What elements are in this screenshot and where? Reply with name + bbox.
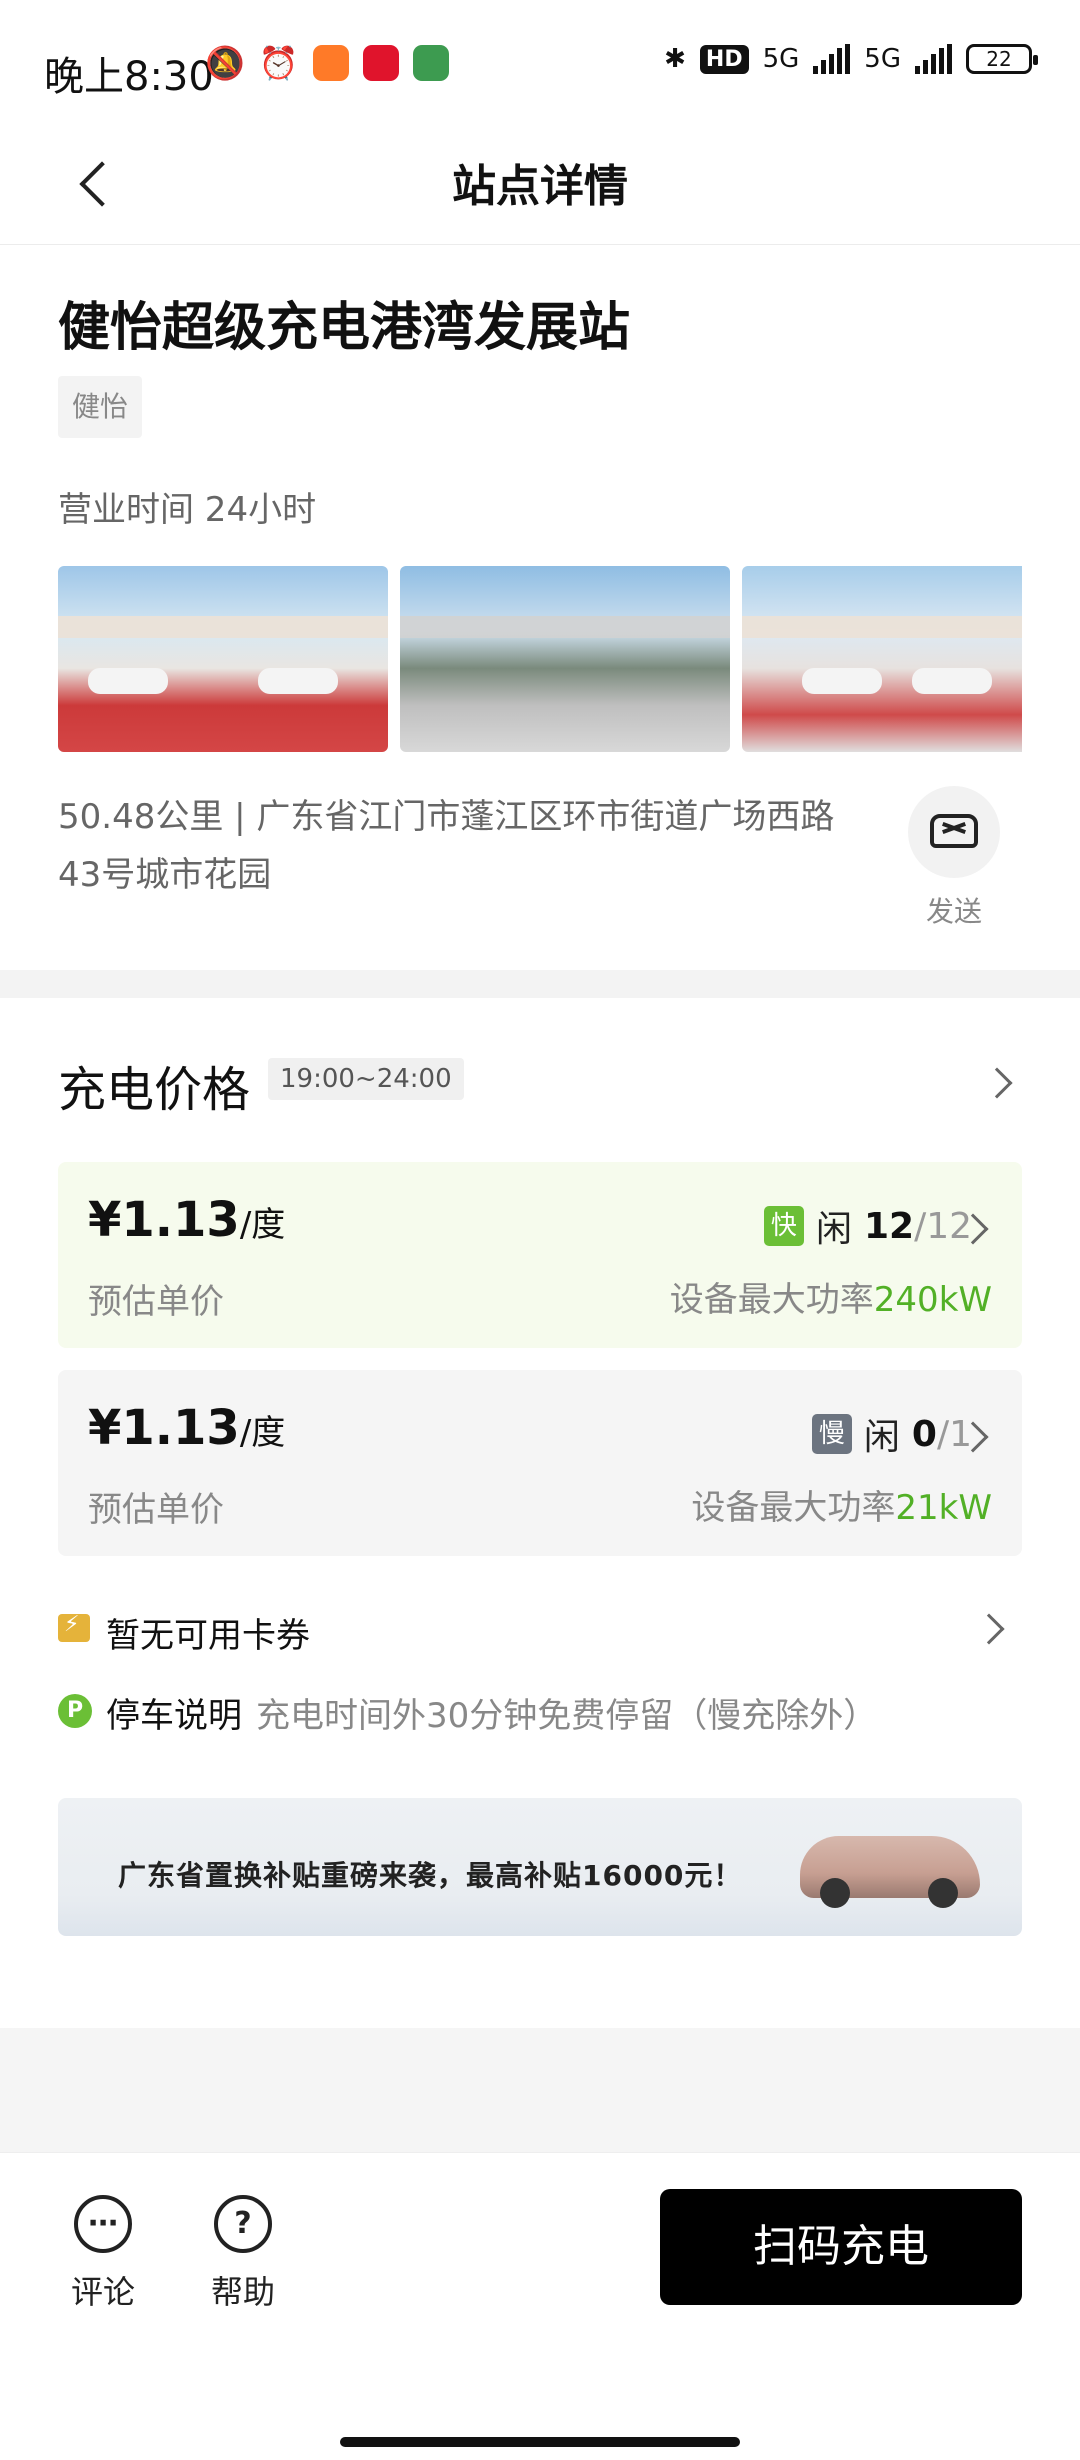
coupon-text: 暂无可用卡券: [106, 1616, 310, 1656]
hd-icon: HD: [699, 44, 749, 74]
price-time-range: 19:00~24:00: [268, 1058, 464, 1100]
status-notification-icons: 🔕 ⏰: [205, 44, 449, 82]
help-button[interactable]: ? 帮助: [188, 2195, 298, 2313]
help-label: 帮助: [210, 2273, 275, 2311]
status-time: 晚上8:30: [44, 54, 214, 100]
price-value: ¥1.13/度: [88, 1192, 286, 1248]
max-power: 设备最大功率21kW: [691, 1488, 992, 1528]
home-indicator[interactable]: [340, 2437, 740, 2447]
slow-badge: 慢: [811, 1414, 852, 1454]
network-label-2: 5G: [864, 44, 901, 74]
comment-icon: ⋯: [74, 2195, 132, 2253]
alarm-icon: ⏰: [258, 44, 299, 82]
photo-car: [912, 668, 992, 694]
price-subtitle: 预估单价: [88, 1490, 224, 1530]
promo-banner[interactable]: 广东省置换补贴重磅来袭，最高补贴16000元！: [58, 1798, 1022, 1936]
page-title: 站点详情: [452, 161, 628, 212]
section-divider: [0, 970, 1080, 998]
charger-status: 慢 闲 0/1: [811, 1408, 972, 1460]
parking-label: 停车说明: [106, 1696, 242, 1736]
banner-car-image: [800, 1836, 980, 1908]
charger-count: 12/12: [863, 1205, 972, 1247]
chevron-right-icon: [973, 1613, 1005, 1645]
banner-text: 广东省置换补贴重磅来袭，最高补贴16000元！: [118, 1859, 743, 1892]
mute-icon: 🔕: [205, 44, 245, 82]
price-detail-chevron-icon[interactable]: [981, 1067, 1013, 1099]
idle-label: 闲: [815, 1209, 852, 1250]
price-value: ¥1.13/度: [88, 1400, 286, 1456]
signal-icon: [813, 44, 851, 74]
battery-icon: 22: [966, 44, 1038, 74]
comment-button[interactable]: ⋯ 评论: [48, 2195, 158, 2313]
fast-charger-card[interactable]: ¥1.13/度 预估单价 快 闲 12/12 设备最大功率240kW: [58, 1162, 1022, 1348]
coupon-icon: [58, 1612, 90, 1642]
charger-status: 快 闲 12/12: [763, 1200, 972, 1252]
slow-charger-card[interactable]: ¥1.13/度 预估单价 慢 闲 0/1 设备最大功率21kW: [58, 1370, 1022, 1556]
fast-badge: 快: [763, 1206, 804, 1246]
page-header: 站点详情: [0, 130, 1080, 245]
station-photo-gallery[interactable]: [58, 566, 1022, 752]
station-photo[interactable]: [742, 566, 1022, 752]
brand-tag: 健怡: [58, 376, 143, 438]
send-label[interactable]: 发送: [900, 890, 1008, 930]
photo-car: [802, 668, 882, 694]
network-label-1: 5G: [762, 44, 800, 74]
parking-description: 充电时间外30分钟免费停留（慢充除外）: [256, 1696, 878, 1736]
photo-canopy: [400, 616, 730, 638]
price-subtitle: 预估单价: [88, 1282, 224, 1322]
photo-canopy: [742, 616, 1022, 638]
station-name: 健怡超级充电港湾发展站: [58, 298, 631, 358]
tmall-app-icon: [362, 45, 399, 81]
help-icon: ?: [214, 2195, 272, 2253]
station-photo[interactable]: [400, 566, 730, 752]
max-power: 设备最大功率240kW: [669, 1280, 992, 1320]
photo-car: [88, 668, 168, 694]
price-section-title: 充电价格: [58, 1062, 251, 1118]
bluetooth-icon: ✱: [664, 44, 686, 74]
gray-spacer: [0, 2028, 1080, 2152]
scan-to-charge-button[interactable]: 扫码充电: [660, 2189, 1022, 2305]
idle-label: 闲: [863, 1417, 900, 1458]
status-bar: 晚上8:30 🔕 ⏰ ✱ HD 5G 5G 22: [0, 0, 1080, 130]
coupon-row[interactable]: 暂无可用卡券: [58, 1604, 1022, 1656]
send-to-car-button[interactable]: [908, 786, 1000, 878]
business-hours: 营业时间 24小时: [58, 490, 317, 530]
bottom-action-bar: ⋯ 评论 ? 帮助 扫码充电: [0, 2152, 1080, 2460]
status-system-icons: ✱ HD 5G 5G 22: [664, 44, 1038, 74]
signal-icon-2: [915, 44, 952, 74]
station-address: 50.48公里 | 广东省江门市蓬江区环市街道广场西路43号城市花园: [58, 797, 835, 895]
parking-icon: P: [58, 1694, 92, 1728]
photo-car: [258, 668, 338, 694]
comment-label: 评论: [70, 2273, 135, 2311]
taobao-app-icon: [312, 45, 349, 81]
photo-canopy: [58, 616, 388, 638]
game-app-icon: [412, 45, 449, 81]
car-send-icon: [930, 814, 978, 848]
station-photo[interactable]: [58, 566, 388, 752]
